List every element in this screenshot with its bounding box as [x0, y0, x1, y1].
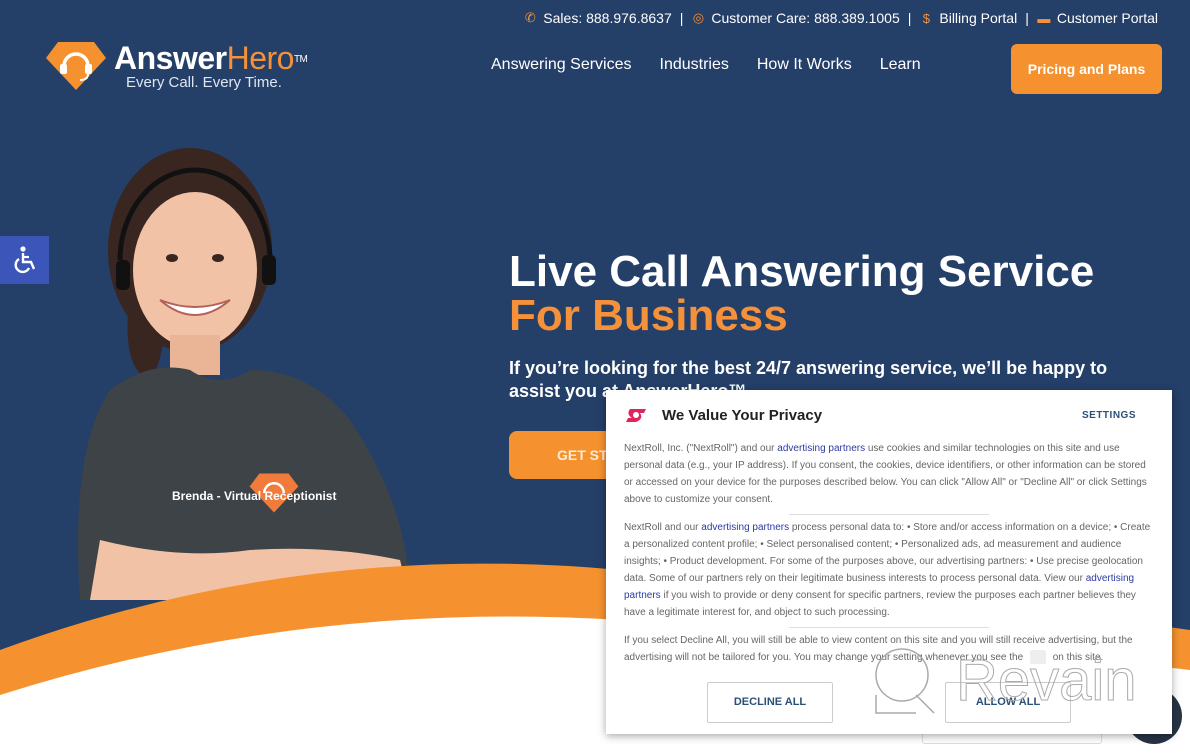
advertising-partners-link[interactable]: advertising partners [701, 522, 789, 533]
brand-tagline: Every Call. Every Time. [126, 74, 282, 91]
consent-text: NextRoll and our [624, 522, 702, 533]
customer-care-text: Customer Care: 888.389.1005 [711, 10, 900, 26]
main-nav: Answering Services Industries How It Wor… [491, 56, 921, 74]
separator: | [907, 10, 912, 26]
sales-phone-text: Sales: 888.976.8637 [543, 10, 672, 26]
site-logo[interactable]: AnswerHeroTM Every Call. Every Time. [44, 40, 308, 92]
consent-settings-link[interactable]: SETTINGS [1082, 407, 1136, 424]
receptionist-caption: Brenda - Virtual Receptionist [172, 489, 337, 503]
consent-header: We Value Your Privacy SETTINGS [624, 390, 1154, 440]
brand-name: AnswerHeroTM [114, 40, 308, 76]
trademark: TM [293, 54, 308, 65]
separator: | [679, 10, 684, 26]
consent-text: if you wish to provide or deny consent f… [624, 590, 1136, 618]
nextroll-logo-icon [626, 409, 646, 422]
consent-paragraph-2: NextRoll and our advertising partners pr… [624, 519, 1154, 621]
decline-all-button[interactable]: DECLINE ALL [707, 682, 833, 723]
phone-icon: ✆ [524, 10, 536, 25]
brand-name-hero: Hero [226, 40, 295, 76]
billing-portal-text: Billing Portal [939, 10, 1018, 26]
sales-phone-link[interactable]: ✆ Sales: 888.976.8637 [523, 10, 672, 26]
hero-title-line2: For Business [509, 291, 788, 340]
pricing-and-plans-button[interactable]: Pricing and Plans [1011, 44, 1162, 94]
nav-learn[interactable]: Learn [880, 56, 921, 74]
portal-icon: ▬ [1037, 10, 1051, 26]
headset-gem-icon [46, 42, 106, 90]
nav-industries[interactable]: Industries [660, 56, 729, 74]
top-utility-bar: ✆ Sales: 888.976.8637 | ◎ Customer Care:… [523, 10, 1158, 26]
accessibility-button[interactable] [0, 236, 49, 284]
hero-title-line1: Live Call Answering Service [509, 247, 1095, 296]
magnifier-icon [875, 648, 935, 714]
customer-care-link[interactable]: ◎ Customer Care: 888.389.1005 [691, 10, 900, 26]
receptionist-photo [78, 148, 410, 600]
advertising-partners-link[interactable]: advertising partners [777, 443, 865, 454]
consent-text: NextRoll, Inc. ("NextRoll") and our [624, 443, 778, 454]
dollar-icon: $ [922, 10, 930, 26]
hero-title: Live Call Answering Service For Business [509, 250, 1094, 338]
revain-watermark: Revain [872, 645, 1137, 715]
brand-text: AnswerHeroTM Every Call. Every Time. [114, 40, 308, 91]
watermark-text: Revain [956, 647, 1138, 713]
brand-name-answer: Answer [114, 40, 227, 76]
divider [789, 627, 989, 628]
divider [789, 514, 989, 515]
nav-how-it-works[interactable]: How It Works [757, 56, 852, 74]
billing-portal-link[interactable]: $ Billing Portal [919, 10, 1017, 26]
headset-icon: ◎ [692, 10, 705, 25]
customer-portal-text: Customer Portal [1056, 10, 1158, 26]
customer-portal-link[interactable]: ▬ Customer Portal [1037, 10, 1158, 26]
wheelchair-icon [14, 246, 35, 274]
consent-paragraph-1: NextRoll, Inc. ("NextRoll") and our adve… [624, 440, 1154, 508]
consent-title: We Value Your Privacy [662, 406, 823, 424]
separator: | [1025, 10, 1029, 26]
nav-answering-services[interactable]: Answering Services [491, 56, 632, 74]
